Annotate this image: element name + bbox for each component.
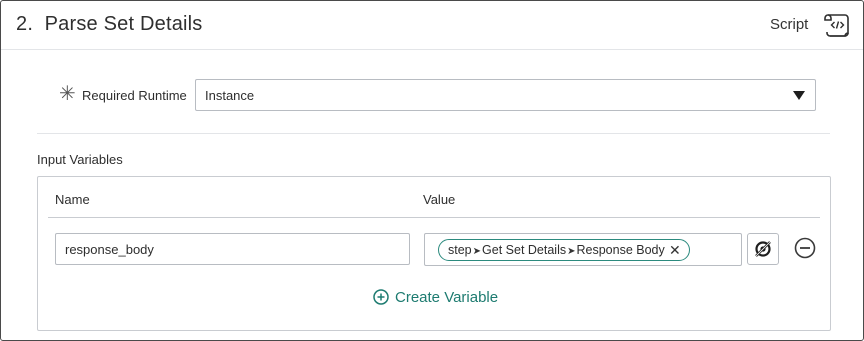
create-variable-button[interactable]: Create Variable (373, 289, 498, 306)
required-runtime-row: ✳ Required Runtime Instance (1, 79, 863, 111)
pill-segment: Response Body (576, 243, 665, 257)
variable-value-field[interactable]: step➤Get Set Details➤Response Body ✕ (424, 233, 742, 266)
close-icon[interactable]: ✕ (669, 240, 681, 260)
remove-variable-icon[interactable] (794, 237, 816, 259)
required-runtime-label: Required Runtime (82, 88, 187, 103)
input-variables-table: Name Value step➤Get Set Details➤Response… (37, 176, 831, 331)
runtime-select[interactable]: Instance (195, 79, 816, 111)
column-header-name: Name (55, 192, 90, 207)
step-title: 2. Parse Set Details (16, 13, 203, 35)
variable-name-input[interactable] (55, 233, 410, 265)
arrow-right-icon: ➤ (567, 246, 576, 257)
pill-picker-icon (755, 241, 771, 257)
create-variable-label: Create Variable (395, 289, 499, 306)
step-panel: 2. Parse Set Details Script ✳ Required R… (0, 0, 864, 341)
column-header-value: Value (423, 192, 456, 207)
pill-segment: Get Set Details (482, 243, 567, 257)
scroll-code-icon[interactable] (821, 9, 853, 41)
caret-down-icon (793, 91, 805, 100)
runtime-select-value: Instance (205, 88, 255, 103)
step-type-label: Script (770, 16, 809, 33)
arrow-right-icon: ➤ (472, 246, 482, 257)
pill-segment: step (448, 243, 472, 257)
step-header: 2. Parse Set Details Script (1, 1, 863, 50)
data-pill-picker-button[interactable] (747, 233, 779, 265)
plus-circle-icon (373, 289, 389, 305)
data-pill[interactable]: step➤Get Set Details➤Response Body ✕ (438, 239, 690, 261)
asterisk-icon: ✳ (59, 83, 76, 105)
divider (37, 133, 830, 134)
header-divider (48, 217, 820, 218)
input-variables-label: Input Variables (37, 152, 123, 167)
